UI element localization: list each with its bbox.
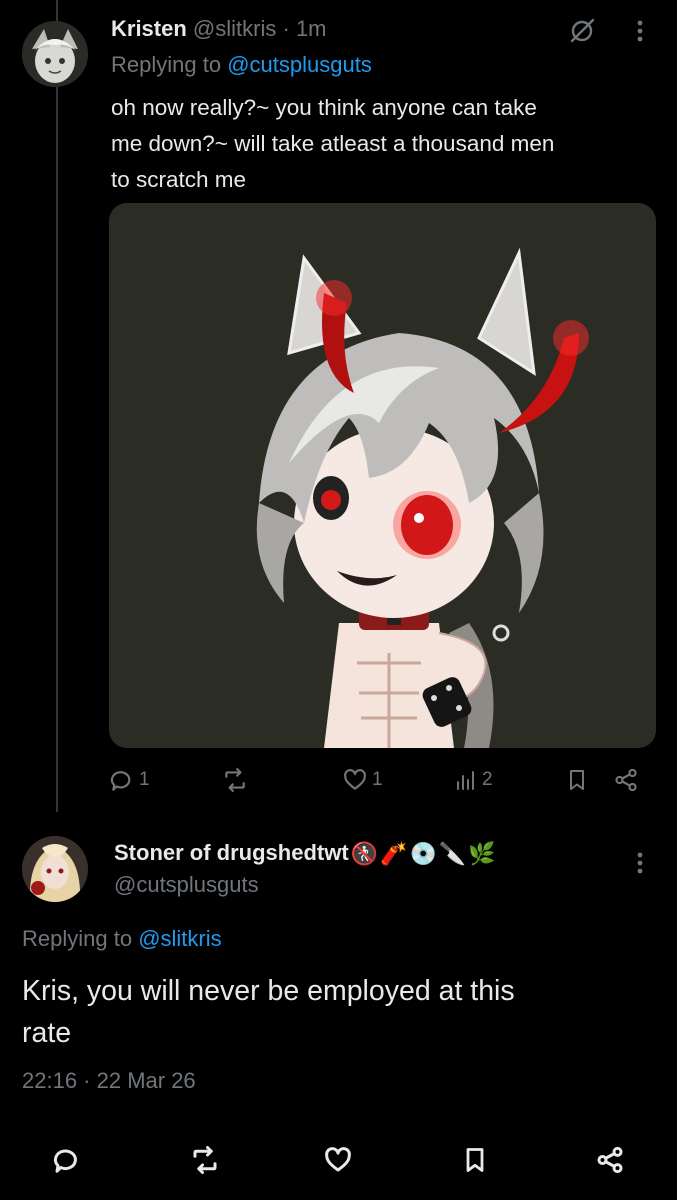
herb-emoji: 🌿 <box>468 841 496 867</box>
tweet-text-line: Kris, you will never be employed at this <box>22 975 515 1007</box>
views-count: 2 <box>482 769 493 790</box>
tweet-text-line: rate <box>22 1017 72 1049</box>
replying-to-line: Replying to @slitkris <box>22 924 222 954</box>
tweet-time[interactable]: 1m <box>296 16 327 41</box>
views-icon <box>457 771 474 790</box>
tweet-text: oh now really?~ you think anyone can tak… <box>111 90 554 198</box>
main-tweet-author: Stoner of drugshedtwt🚷🧨💿🔪🌿 <box>114 838 496 869</box>
avatar-image <box>22 836 88 902</box>
like-icon <box>344 769 366 790</box>
grok-icon <box>570 18 595 43</box>
avatar[interactable] <box>22 21 88 87</box>
bookmark-button[interactable] <box>455 1140 495 1180</box>
share-button[interactable] <box>613 764 639 796</box>
share-button[interactable] <box>590 1140 630 1180</box>
author-handle[interactable]: @cutsplusguts <box>114 871 259 899</box>
tweet-timestamp[interactable]: 22:16 · 22 Mar 26 <box>22 1066 196 1096</box>
grok-button[interactable] <box>565 14 599 48</box>
repost-button[interactable] <box>185 1140 225 1180</box>
more-vertical-icon <box>637 852 643 874</box>
reply-count: 1 <box>139 769 150 790</box>
repost-icon <box>225 768 245 792</box>
share-icon <box>597 1146 623 1174</box>
like-count: 1 <box>372 769 383 790</box>
tweet-text-line: me down?~ will take atleast a thousand m… <box>111 131 555 156</box>
more-options-button[interactable] <box>628 14 652 48</box>
tweet-text-line: to scratch me <box>111 167 247 192</box>
reply-button[interactable]: 1 <box>109 764 150 796</box>
thread-connector-line <box>56 0 58 812</box>
separator-dot: · <box>282 16 290 41</box>
views-button[interactable]: 2 <box>454 764 493 796</box>
tweet-action-bar: 1 1 2 <box>109 764 649 796</box>
replying-label: Replying to <box>111 52 222 77</box>
bookmark-icon <box>466 1148 484 1172</box>
share-icon <box>615 768 637 792</box>
replying-to-line: Replying to @cutsplusguts <box>111 51 372 79</box>
main-tweet-text: Kris, you will never be employed at this… <box>22 970 515 1054</box>
author-name[interactable]: Stoner of drugshedtwt <box>114 840 349 865</box>
bookmark-button[interactable] <box>565 764 589 796</box>
avatar-image <box>22 21 88 87</box>
replying-to-link[interactable]: @slitkris <box>138 926 221 951</box>
repost-button[interactable] <box>221 764 249 796</box>
like-icon <box>325 1147 351 1172</box>
reply-icon <box>53 1149 77 1173</box>
knife-emoji: 🔪 <box>438 841 467 867</box>
more-options-button[interactable] <box>628 846 652 880</box>
author-handle[interactable]: @slitkris <box>193 16 276 41</box>
character-illustration <box>109 203 656 748</box>
replying-to-link[interactable]: @cutsplusguts <box>227 52 372 77</box>
reply-button[interactable] <box>47 1140 87 1180</box>
main-tweet-action-bar <box>0 1140 677 1180</box>
reply-icon <box>110 771 131 791</box>
disc-emoji: 💿 <box>409 841 437 867</box>
no-pedestrians-emoji: 🚷 <box>350 841 379 867</box>
reply-tweet-header: Kristen @slitkris · 1m <box>111 15 327 43</box>
tweet-text-line: oh now really?~ you think anyone can tak… <box>111 95 537 120</box>
firecracker-emoji: 🧨 <box>380 841 408 867</box>
bookmark-icon <box>570 770 584 790</box>
avatar[interactable] <box>22 836 88 902</box>
replying-label: Replying to <box>22 926 133 951</box>
author-name[interactable]: Kristen <box>111 16 187 41</box>
like-button[interactable]: 1 <box>342 764 383 796</box>
repost-icon <box>193 1146 217 1174</box>
tweet-media-image[interactable] <box>109 203 656 748</box>
like-button[interactable] <box>318 1140 358 1180</box>
more-vertical-icon <box>637 20 643 42</box>
